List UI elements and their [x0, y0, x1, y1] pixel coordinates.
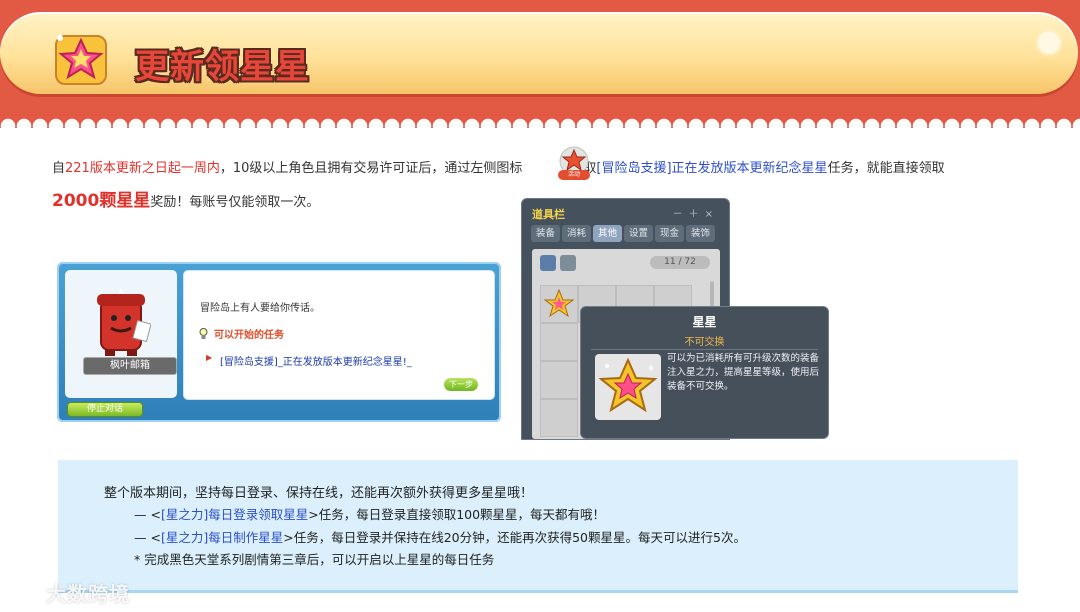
inventory-slot[interactable] [540, 399, 578, 437]
tooltip-trade-status: 不可交换 [684, 337, 725, 348]
tab-equip[interactable]: 装备 [531, 225, 560, 242]
watermark-text: 大数跨境 [45, 582, 130, 606]
tab-decor[interactable]: 装饰 [686, 225, 715, 242]
npc-dialog: 枫叶邮箱 冒险岛上有人要给你传话。 可以开始的任务 ▶ [冒险岛支援]_正在发放… [57, 262, 501, 422]
tooltip-divider [591, 349, 818, 350]
inventory-slot[interactable] [540, 323, 578, 361]
event-badge-icon[interactable]: 活动 [558, 146, 590, 180]
arrow-icon: ▶ [206, 353, 213, 362]
slot-count: 11 / 72 [650, 256, 710, 269]
tab-consume[interactable]: 消耗 [562, 225, 591, 242]
pin-icon[interactable] [560, 255, 576, 271]
info-box: 整个版本期间，坚持每日登录、保持在线，还能再次额外获得更多星星哦！ — <[星之… [58, 460, 1018, 593]
npc-name-tag: 枫叶邮箱 [83, 357, 177, 375]
tooltip-description: 可以为已消耗所有可升级次数的装备注入星之力，提高星星等级，使用后装备不可交换。 [667, 353, 820, 392]
star-item-icon [543, 288, 575, 318]
tooltip-star-icon [595, 354, 661, 420]
tooltip-item-name: 星星 [692, 315, 717, 329]
stop-dialog-button[interactable]: 停止对话 [67, 402, 143, 417]
intro-paragraph: 自221版本更新之日起一周内，10级以上角色且拥有交易许可证后，通过左侧图标接取… [52, 161, 945, 176]
watermark-logo-icon [8, 585, 38, 607]
watermark: 大数跨境 [8, 578, 130, 607]
banner-dot [1038, 32, 1060, 54]
quest-header: 可以开始的任务 [214, 330, 284, 341]
inventory-slot[interactable] [540, 361, 578, 399]
info-line-login: — <[星之力]每日登录领取星星>任务，每日登录直接领取100颗星星，每天都有哦… [134, 507, 606, 522]
lightbulb-icon [199, 325, 208, 339]
inventory-slot-star[interactable] [540, 285, 578, 323]
item-tooltip: 星星 不可交换 可以为已消耗所有可升级次数的装备注入星之力，提高星星等级，使用后… [580, 306, 829, 439]
info-line-craft: — <[星之力]每日制作星星>任务，每日登录并保持在线20分钟，还能再次获得50… [134, 530, 746, 545]
window-controls[interactable]: －＋× [673, 205, 719, 220]
npc-portrait-panel: 枫叶邮箱 [65, 270, 177, 398]
npc-message: 冒险岛上有人要给你传话。 [200, 303, 320, 314]
tab-cash[interactable]: 现金 [655, 225, 684, 242]
badge-caption: 活动 [558, 170, 590, 180]
next-button[interactable]: 下一步 [444, 378, 478, 391]
sort-icon[interactable] [540, 255, 556, 271]
info-heading: 整个版本期间，坚持每日登录、保持在线，还能再次额外获得更多星星哦！ [104, 486, 534, 501]
tab-setup[interactable]: 设置 [624, 225, 653, 242]
title-banner: 更新领星星 [0, 12, 1078, 94]
tab-etc[interactable]: 其他 [593, 225, 622, 242]
inventory-title: 道具栏 [532, 208, 565, 221]
intro-line2: 2000颗星星奖励！每账号仅能领取一次。 [52, 191, 320, 211]
info-note: * 完成黑色天堂系列剧情第三章后，可以开启以上星星的每日任务 [134, 552, 495, 567]
npc-message-panel: 冒险岛上有人要给你传话。 可以开始的任务 ▶ [冒险岛支援]_正在发放版本更新纪… [183, 270, 495, 400]
star-icon [52, 32, 110, 86]
page-title: 更新领星星 [135, 47, 310, 87]
mailbox-npc-icon [91, 288, 152, 358]
quest-option[interactable]: [冒险岛支援]_正在发放版本更新纪念星星!_ [220, 353, 412, 368]
inventory-tabs: 装备 消耗 其他 设置 现金 装饰 [531, 225, 715, 242]
